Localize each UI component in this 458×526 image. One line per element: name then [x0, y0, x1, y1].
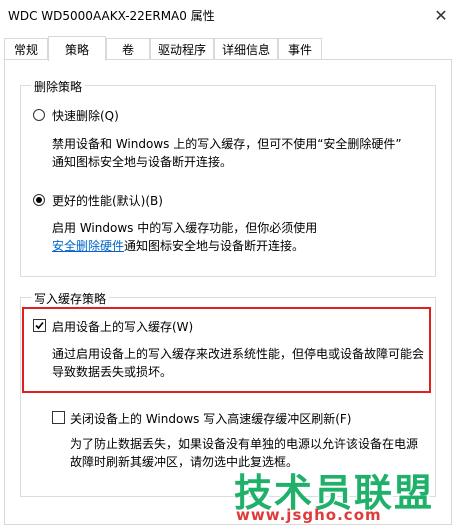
window-title: WDC WD5000AAKX-22ERMA0 属性: [8, 9, 215, 23]
quick-removal-desc-2: 通知图标安全地与设备断开连接。: [52, 155, 233, 169]
disable-flush-label[interactable]: 关闭设备上的 Windows 写入高速缓存缓冲区刷新(F): [70, 410, 351, 427]
better-performance-desc-2-rest: 通知图标安全地与设备断开连接。: [124, 239, 305, 253]
tab-driver[interactable]: 驱动程序: [150, 38, 214, 59]
disable-flush-checkbox[interactable]: [52, 411, 65, 424]
better-performance-radio[interactable]: [33, 194, 45, 206]
disable-flush-desc-1: 为了防止数据丢失，如果设备没有单独的电源以允许该设备在电源: [70, 437, 419, 451]
tab-details[interactable]: 详细信息: [214, 38, 278, 59]
enable-write-cache-desc-1: 通过启用设备上的写入缓存来改进系统性能，但停电或设备故障可能会: [52, 347, 425, 361]
quick-removal-label[interactable]: 快速删除(Q): [52, 107, 119, 124]
enable-write-cache-desc-2: 导致数据丢失或损坏。: [52, 365, 173, 379]
better-performance-desc-1: 启用 Windows 中的写入缓存功能，但你必须使用: [52, 221, 318, 235]
write-cache-policy-title: 写入缓存策略: [31, 290, 110, 307]
quick-removal-desc-1: 禁用设备和 Windows 上的写入缓存，但可不使用“安全删除硬件”: [52, 137, 402, 151]
tab-policy[interactable]: 策略: [48, 36, 106, 61]
better-performance-desc-2: 安全删除硬件通知图标安全地与设备断开连接。: [52, 236, 304, 256]
watermark-url: www.jsgho.com: [236, 506, 382, 524]
enable-write-cache-checkbox[interactable]: [33, 319, 46, 332]
tab-events[interactable]: 事件: [278, 38, 322, 59]
quick-removal-radio[interactable]: [33, 109, 45, 121]
window-titlebar: WDC WD5000AAKX-22ERMA0 属性 ✕: [0, 0, 458, 30]
tab-volumes[interactable]: 卷: [106, 38, 150, 59]
removal-policy-title: 删除策略: [31, 78, 86, 95]
tab-general[interactable]: 常规: [4, 38, 48, 59]
checkmark-icon: [35, 321, 44, 330]
better-performance-label[interactable]: 更好的性能(默认)(B): [52, 192, 163, 209]
close-icon: ✕: [434, 5, 448, 25]
tab-bar: 常规 策略 卷 驱动程序 详细信息 事件: [4, 36, 454, 61]
watermark-logo: 技术员联盟 www.jsgho.com: [228, 462, 450, 524]
close-button[interactable]: ✕: [424, 0, 458, 30]
safely-remove-hardware-link[interactable]: 安全删除硬件: [52, 239, 124, 253]
enable-write-cache-label[interactable]: 启用设备上的写入缓存(W): [52, 318, 193, 335]
